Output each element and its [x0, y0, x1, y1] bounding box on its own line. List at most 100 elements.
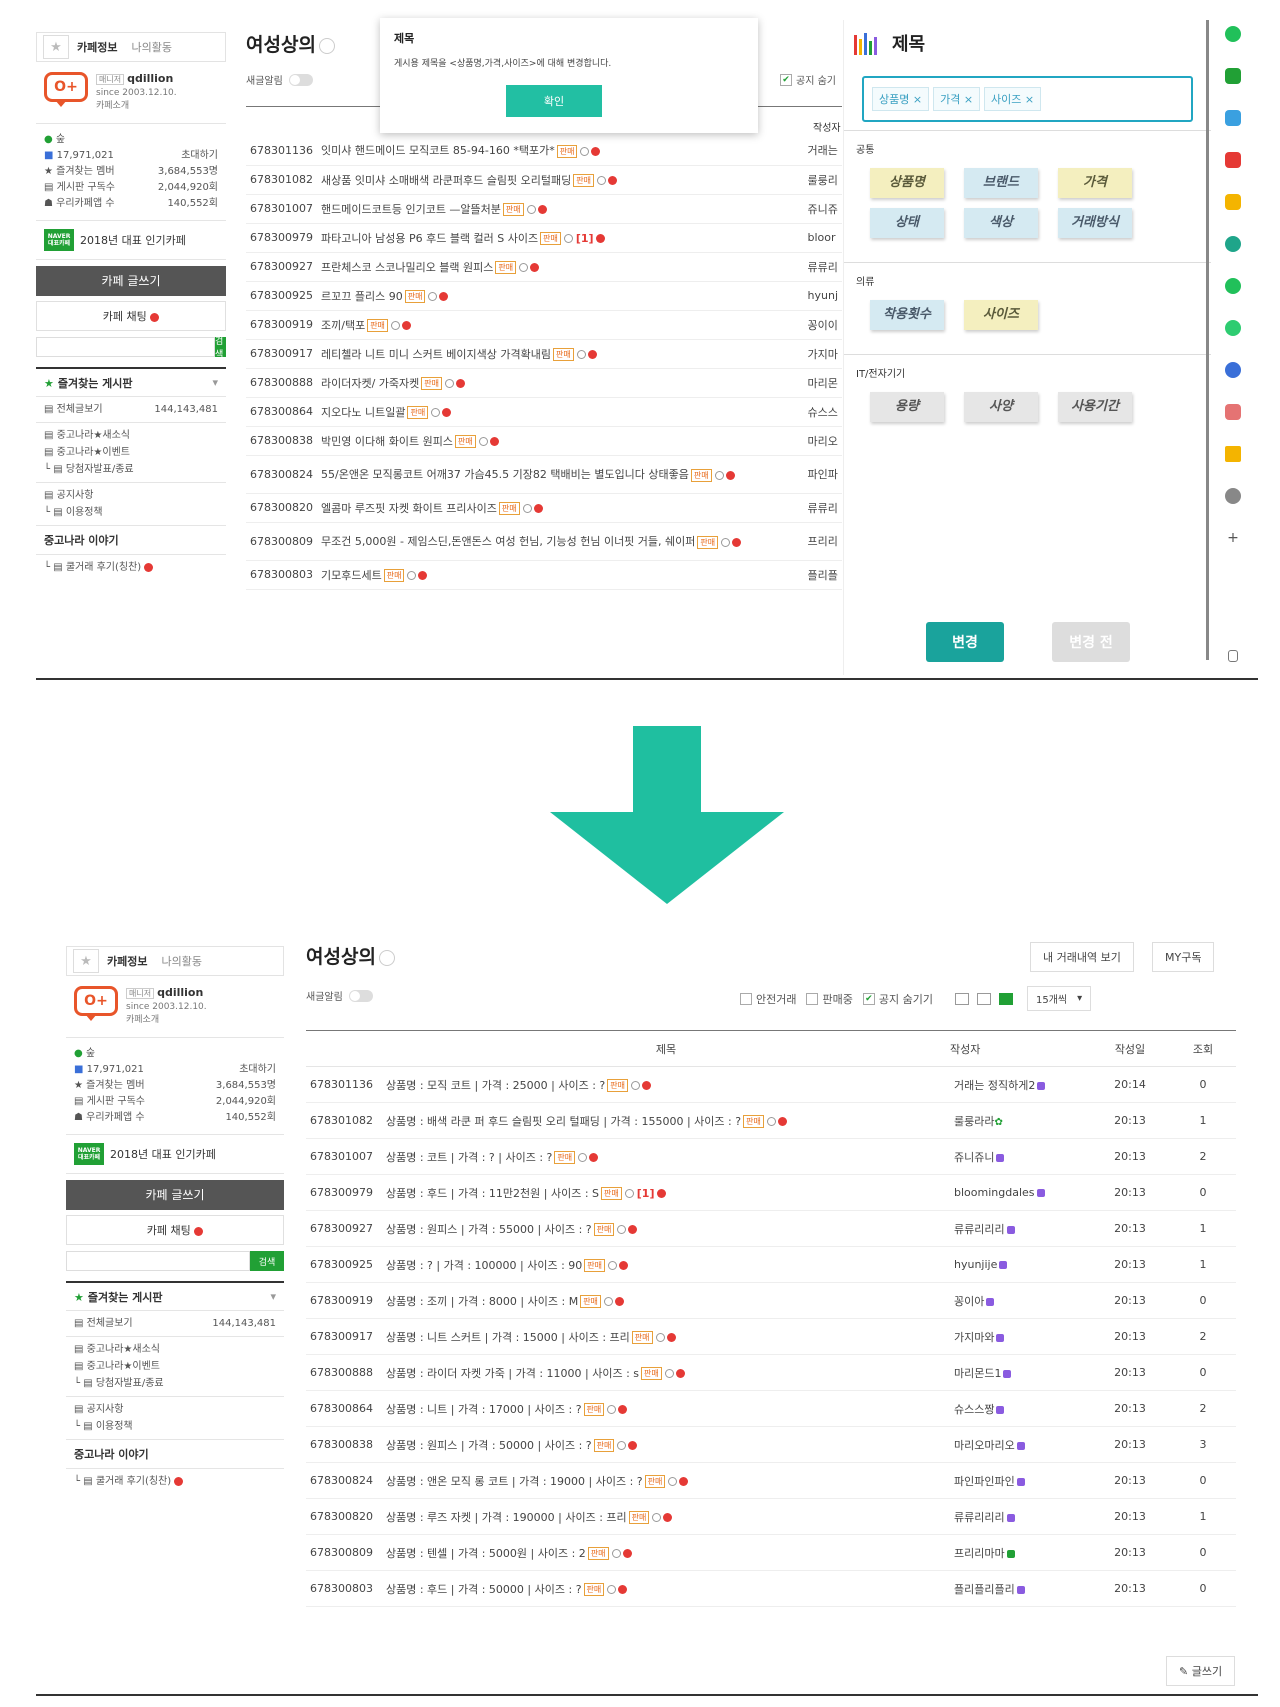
post-author[interactable]: hyunjije [950, 1246, 1090, 1283]
post-title-text[interactable]: 상품명 : 원피스 | 가격 : 55000 | 사이즈 : ? [386, 1223, 592, 1236]
app-icon-pen[interactable] [1225, 362, 1241, 378]
post-author-name[interactable]: 룰룽라라 [954, 1115, 994, 1128]
board-link[interactable]: └ ▤ 당첨자발표/종료 [44, 461, 218, 478]
cafe-chat-button[interactable]: 카페 채팅 [36, 301, 226, 331]
alert-toggle[interactable] [348, 989, 373, 1002]
post-title[interactable]: 상품명 : 니트 | 가격 : 17000 | 사이즈 : ? 판매 [382, 1390, 950, 1427]
pin-icon[interactable] [1228, 650, 1238, 662]
post-title-text[interactable]: 지오다노 니트일괄 [321, 406, 405, 419]
post-title[interactable]: 조끼/택포 판매 [317, 310, 804, 340]
table-row[interactable]: 678300864 지오다노 니트일괄 판매 슈스스 [246, 397, 842, 427]
table-row[interactable]: 678300925 상품명 : ? | 가격 : 100000 | 사이즈 : 9… [306, 1246, 1236, 1283]
post-title[interactable]: 상품명 : 후드 | 가격 : 11만2천원 | 사이즈 : S 판매 [1] [382, 1174, 950, 1211]
post-title-text[interactable]: 상품명 : 니트 | 가격 : 17000 | 사이즈 : ? [386, 1403, 582, 1416]
cafe-search-input[interactable] [36, 337, 215, 357]
post-author[interactable]: 류류리 [803, 493, 842, 523]
col-date[interactable]: 작성일 [1090, 1030, 1170, 1067]
board-link[interactable]: ▤ 중고나라★새소식 [74, 1341, 276, 1358]
cafe-search-button[interactable]: 검색 [215, 337, 226, 360]
table-row[interactable]: 678300838 박민영 이다해 화이트 원피스 판매 마리오 [246, 426, 842, 456]
post-author[interactable]: 룰룽리 [803, 165, 842, 195]
cafe-chat-button[interactable]: 카페 채팅 [66, 1215, 284, 1245]
field-option-button[interactable]: 사양 [964, 392, 1038, 422]
post-author-name[interactable]: 류류리리리 [954, 1511, 1005, 1524]
manager-name[interactable]: qdillion [157, 986, 203, 999]
post-author-name[interactable]: bloomingdales [954, 1186, 1035, 1199]
cafe-intro-link[interactable]: 카페소개 [96, 100, 177, 113]
post-author[interactable]: 플리플 [803, 560, 842, 590]
table-row[interactable]: 678300838 상품명 : 원피스 | 가격 : 50000 | 사이즈 : … [306, 1426, 1236, 1463]
table-row[interactable]: 678300803 기모후드세트 판매 플리플 [246, 560, 842, 590]
col-author[interactable]: 작성자 [950, 1030, 1090, 1067]
app-icon-globe[interactable] [1225, 488, 1241, 504]
post-title[interactable]: 상품명 : 조끼 | 가격 : 8000 | 사이즈 : M 판매 [382, 1282, 950, 1319]
table-row[interactable]: 678300919 조끼/택포 판매 꽁이이 [246, 310, 842, 340]
post-title[interactable]: 프란체스코 스코나밀리오 블랙 원피스 판매 [317, 252, 804, 282]
post-title[interactable]: 상품명 : 앤온 모직 롱 코트 | 가격 : 19000 | 사이즈 : ? 판… [382, 1462, 950, 1499]
post-author[interactable]: 쥬니쥬니 [950, 1138, 1090, 1175]
board-link[interactable]: ▤ 공지사항 [44, 487, 218, 504]
post-author-name[interactable]: 류류리리리 [954, 1223, 1005, 1236]
post-author-name[interactable]: 마리오마리오 [954, 1439, 1015, 1452]
hide-notice-option[interactable]: 공지 숨기 [770, 72, 836, 87]
app-icon-edge[interactable] [1225, 236, 1241, 252]
table-row[interactable]: 678300927 프란체스코 스코나밀리오 블랙 원피스 판매 류류리 [246, 252, 842, 282]
post-author[interactable]: bloor [803, 223, 842, 253]
post-author-name[interactable]: 파인파인파인 [954, 1475, 1015, 1488]
table-row[interactable]: 678300979 파타고니아 남성용 P6 후드 블랙 컬러 S 사이즈 판매 [1… [246, 223, 842, 253]
table-row[interactable]: 678300809 상품명 : 텐셀 | 가격 : 5000원 | 사이즈 : 2… [306, 1534, 1236, 1571]
post-title-text[interactable]: 상품명 : 니트 스커트 | 가격 : 15000 | 사이즈 : 프리 [386, 1331, 630, 1344]
post-title[interactable]: 엘콤마 루즈핏 자켓 화이트 프리사이즈 판매 [317, 493, 804, 523]
post-author-name[interactable]: 가지마와 [954, 1331, 994, 1344]
table-row[interactable]: 678300809 무조건 5,000원 - 제임스딘,돈앤돈스 여성 헌님, 기… [246, 522, 842, 561]
post-title-text[interactable]: 상품명 : 배색 라쿤 퍼 후드 슬림핏 오리 털패딩 | 가격 : 15500… [386, 1115, 741, 1128]
post-author[interactable]: 프리리마마 [950, 1534, 1090, 1571]
post-title-text[interactable]: 상품명 : 후드 | 가격 : 11만2천원 | 사이즈 : S [386, 1187, 599, 1200]
hide-notice-checkbox[interactable] [780, 73, 792, 86]
table-row[interactable]: 678301136 상품명 : 모직 코트 | 가격 : 25000 | 사이즈 … [306, 1066, 1236, 1103]
post-author[interactable]: 가지마와 [950, 1318, 1090, 1355]
post-author[interactable]: 쥬니쥬 [803, 194, 842, 224]
post-title-text[interactable]: 상품명 : 후드 | 가격 : 50000 | 사이즈 : ? [386, 1583, 582, 1596]
post-title[interactable]: 라이더자켓/ 가죽자켓 판매 [317, 368, 804, 398]
post-title-text[interactable]: 박민영 이다해 화이트 원피스 [321, 435, 453, 448]
post-title-text[interactable]: 55/온앤온 모직롱코트 어깨37 가슴45.5 기장82 택배비는 별도입니다… [321, 468, 689, 481]
post-title[interactable]: 지오다노 니트일괄 판매 [317, 397, 804, 427]
table-row[interactable]: 678300820 엘콤마 루즈핏 자켓 화이트 프리사이즈 판매 류류리 [246, 493, 842, 523]
manager-name[interactable]: qdillion [127, 72, 173, 85]
trade-history-button[interactable]: 내 거래내역 보기 [1030, 942, 1134, 972]
invite-link[interactable]: 초대하기 [181, 148, 218, 164]
field-option-button[interactable]: 사이즈 [964, 300, 1038, 330]
board-link[interactable]: ▤ 중고나라★새소식 [44, 427, 218, 444]
post-title-text[interactable]: 새상품 잇미샤 소매배색 라쿤퍼후드 슬림핏 오리털패딩 [321, 174, 571, 187]
post-title[interactable]: 상품명 : 원피스 | 가격 : 55000 | 사이즈 : ? 판매 [382, 1210, 950, 1247]
popup-ok-button[interactable]: 확인 [506, 85, 602, 117]
post-title-text[interactable]: 기모후드세트 [321, 569, 382, 582]
list-view-icon[interactable] [954, 992, 969, 1005]
post-title[interactable]: 잇미샤 핸드메이드 모직코트 85-94-160 *택포가* 판매 [317, 136, 804, 166]
hide-notice-checkbox[interactable] [862, 992, 875, 1005]
post-author[interactable]: 마리몬드1 [950, 1354, 1090, 1391]
field-option-button[interactable]: 거래방식 [1058, 208, 1132, 238]
subscribe-icon[interactable] [378, 949, 395, 966]
post-author[interactable]: 프리리 [803, 522, 842, 561]
post-author[interactable]: 가지마 [803, 339, 842, 369]
safe-trade-checkbox[interactable] [740, 992, 752, 1005]
post-author[interactable]: 거래는 정직하게2 [950, 1066, 1090, 1103]
post-author[interactable]: 룰룽라라✿ [950, 1102, 1090, 1139]
post-title[interactable]: 상품명 : 라이더 자켓 가죽 | 가격 : 11000 | 사이즈 : s 판매 [382, 1354, 950, 1391]
panel-scrollbar[interactable] [1206, 20, 1209, 660]
my-subscribe-button[interactable]: MY구독 [1152, 942, 1215, 972]
board-link[interactable]: ▤ 공지사항 [74, 1401, 276, 1418]
board-link[interactable]: └ ▤ 쿨거래 후기(칭찬) [66, 1469, 284, 1490]
post-author[interactable]: hyunj [803, 281, 842, 311]
post-title-text[interactable]: 상품명 : ? | 가격 : 100000 | 사이즈 : 90 [386, 1259, 582, 1272]
post-title-text[interactable]: 상품명 : 라이더 자켓 가죽 | 가격 : 11000 | 사이즈 : s [386, 1367, 639, 1380]
selling-checkbox[interactable] [806, 992, 819, 1005]
table-row[interactable]: 678300864 상품명 : 니트 | 가격 : 17000 | 사이즈 : ?… [306, 1390, 1236, 1427]
table-row[interactable]: 678300927 상품명 : 원피스 | 가격 : 55000 | 사이즈 : … [306, 1210, 1236, 1247]
post-author[interactable]: 꽁이이 [803, 310, 842, 340]
app-icon-green[interactable] [1225, 26, 1241, 42]
col-views[interactable]: 조회 [1170, 1030, 1236, 1067]
cafe-write-button[interactable]: 카페 글쓰기 [66, 1180, 284, 1210]
